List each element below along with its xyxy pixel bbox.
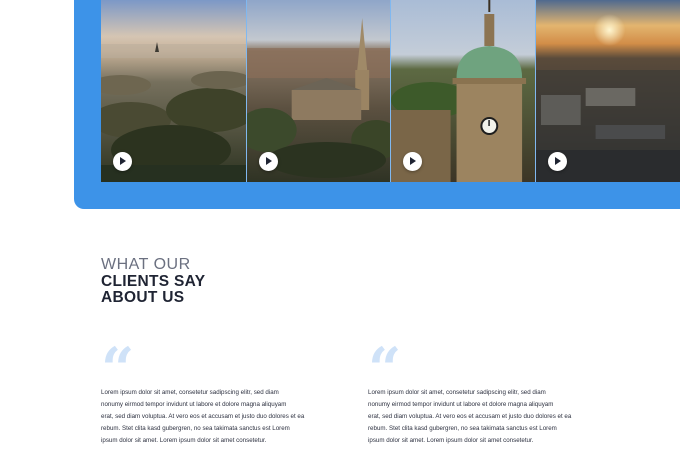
play-icon[interactable] [548, 152, 567, 171]
heading-light-line: WHAT OUR [101, 256, 191, 273]
testimonials-heading: WHAT OUR CLIENTS SAY ABOUT US [101, 256, 205, 306]
testimonial-text: Lorem ipsum dolor sit amet, consetetur s… [101, 389, 305, 444]
testimonial-text: Lorem ipsum dolor sit amet, consetetur s… [368, 389, 572, 444]
play-icon[interactable] [259, 152, 278, 171]
testimonial-card-2: “ Lorem ipsum dolor sit amet, consetetur… [368, 335, 583, 447]
video-tile-church-spire[interactable] [246, 0, 390, 182]
heading-bold-line-1: CLIENTS SAY [101, 273, 206, 290]
video-tile-misty-town[interactable] [101, 0, 246, 182]
quote-icon: “ [368, 335, 401, 403]
quote-icon: “ [101, 335, 134, 403]
video-tile-clock-tower[interactable] [390, 0, 535, 182]
video-tile-sunset[interactable] [535, 0, 680, 182]
play-icon[interactable] [113, 152, 132, 171]
play-icon[interactable] [403, 152, 422, 171]
heading-bold-line-2: ABOUT US [101, 289, 185, 306]
video-gallery [101, 0, 680, 182]
testimonial-card-1: “ Lorem ipsum dolor sit amet, consetetur… [101, 335, 316, 447]
